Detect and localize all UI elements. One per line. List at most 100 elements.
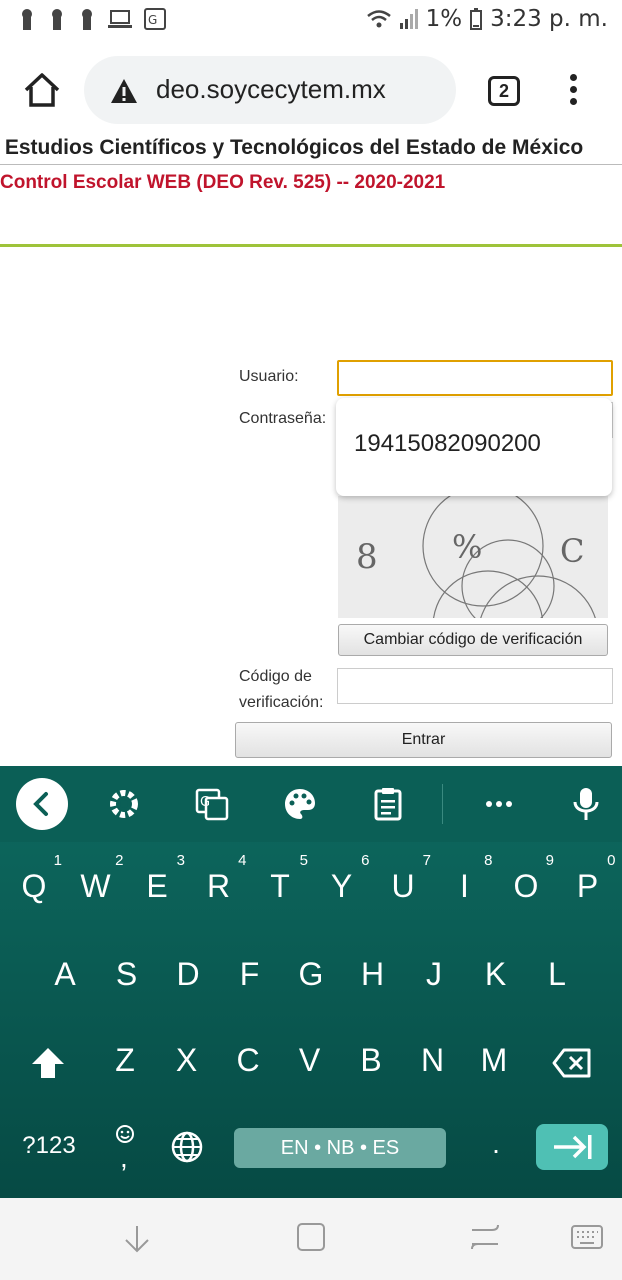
code-label-line2: verificación:: [239, 694, 324, 711]
verification-code-input[interactable]: [337, 668, 613, 704]
captcha-char: C: [560, 532, 584, 570]
enter-key[interactable]: [536, 1124, 608, 1170]
soft-keyboard: G Q1W2E3R4T5Y6U7I8O9P0 ASDFGHJKL ZXCVBNM…: [0, 766, 622, 1198]
key-number-hint: 6: [361, 852, 370, 869]
battery-percent: 1%: [425, 6, 463, 32]
key-number-hint: 5: [299, 852, 308, 869]
tab-switcher-button[interactable]: 2: [488, 76, 520, 106]
captcha-drawing: 8 % C: [356, 496, 596, 618]
header-divider: [0, 244, 622, 247]
key-number-hint: 2: [115, 852, 124, 869]
battery-icon: [470, 8, 483, 30]
key-label: O: [513, 868, 539, 904]
user-input[interactable]: [337, 360, 613, 396]
more-icon[interactable]: [481, 786, 517, 822]
key-l[interactable]: L: [527, 956, 587, 993]
palette-icon[interactable]: [282, 786, 318, 822]
key-label: Y: [330, 868, 353, 904]
key-e[interactable]: E3: [127, 852, 187, 905]
key-f[interactable]: F: [220, 956, 280, 993]
keyboard-row-3: ZXCVBNM: [0, 1042, 622, 1090]
symbols-key[interactable]: ?123: [14, 1132, 84, 1160]
key-number-hint: 4: [238, 852, 247, 869]
key-label: T: [270, 868, 290, 904]
key-i[interactable]: I8: [435, 852, 495, 905]
key-s[interactable]: S: [97, 956, 157, 993]
key-number-hint: 1: [53, 852, 62, 869]
translate-icon[interactable]: G: [194, 786, 230, 822]
code-label-line1: Código de: [239, 668, 312, 685]
captcha-char: %: [452, 528, 482, 566]
web-page: · Estudios Científicos y Tecnológicos de…: [0, 136, 622, 766]
key-label: W: [80, 868, 111, 904]
key-r[interactable]: R4: [189, 852, 249, 905]
keyhole-icon: [22, 9, 32, 30]
key-b[interactable]: B: [341, 1042, 401, 1079]
mic-icon[interactable]: [568, 786, 604, 822]
url-text[interactable]: deo.soycecytem.mx: [156, 74, 386, 105]
browser-toolbar: deo.soycecytem.mx 2: [0, 44, 622, 136]
key-c[interactable]: C: [218, 1042, 278, 1079]
back-icon: [33, 792, 48, 816]
key-number-hint: 0: [607, 852, 616, 869]
key-u[interactable]: U7: [373, 852, 433, 905]
keyboard-row-1: Q1W2E3R4T5Y6U7I8O9P0: [0, 852, 622, 916]
globe-icon[interactable]: [170, 1130, 204, 1164]
keyboard-back-button[interactable]: [16, 778, 68, 830]
key-o[interactable]: O9: [496, 852, 556, 905]
code-label: Código de verificación:: [239, 664, 323, 716]
autofill-suggestion[interactable]: 19415082090200: [354, 430, 541, 458]
change-captcha-button[interactable]: Cambiar código de verificación: [338, 624, 608, 656]
institution-title: · Estudios Científicos y Tecnológicos de…: [0, 136, 622, 165]
key-label: Q: [21, 868, 47, 904]
address-bar[interactable]: deo.soycecytem.mx: [84, 56, 456, 124]
key-z[interactable]: Z: [95, 1042, 155, 1079]
key-k[interactable]: K: [466, 956, 526, 993]
keyhole-icon: [82, 9, 92, 30]
captcha-image: 8 % C: [338, 496, 608, 618]
key-v[interactable]: V: [280, 1042, 340, 1079]
home-nav-icon[interactable]: [296, 1222, 326, 1252]
clipboard-icon[interactable]: [370, 786, 406, 822]
wifi-icon: [366, 10, 391, 28]
period-key[interactable]: .: [466, 1128, 526, 1160]
hide-keyboard-icon[interactable]: [120, 1224, 154, 1254]
backspace-icon[interactable]: [552, 1048, 592, 1078]
status-bar: G 1% 3:23 p. m.: [0, 0, 622, 44]
overflow-menu-icon[interactable]: [566, 74, 580, 110]
captcha-char: 8: [356, 537, 378, 577]
key-p[interactable]: P0: [558, 852, 618, 905]
key-t[interactable]: T5: [250, 852, 310, 905]
keyboard-toolbar: G: [0, 766, 622, 842]
key-n[interactable]: N: [403, 1042, 463, 1079]
svg-text:G: G: [200, 795, 210, 810]
autofill-dropdown: 19415082090200: [336, 398, 612, 496]
status-right: 1% 3:23 p. m.: [366, 6, 608, 32]
emoji-comma-key[interactable]: ,: [110, 1124, 140, 1174]
key-g[interactable]: G: [281, 956, 341, 993]
key-q[interactable]: Q1: [4, 852, 64, 905]
key-a[interactable]: A: [35, 956, 95, 993]
login-button[interactable]: Entrar: [235, 722, 612, 758]
key-label: E: [146, 868, 168, 904]
key-h[interactable]: H: [343, 956, 403, 993]
page-subtitle: Control Escolar WEB (DEO Rev. 525) -- 20…: [0, 172, 446, 193]
key-label: I: [460, 868, 469, 904]
shift-icon[interactable]: [30, 1046, 66, 1080]
gear-icon[interactable]: [106, 786, 142, 822]
keyboard-switch-icon[interactable]: [570, 1224, 604, 1250]
system-nav-bar: [0, 1198, 622, 1280]
key-w[interactable]: W2: [66, 852, 126, 905]
user-label: Usuario:: [239, 368, 299, 385]
warning-icon[interactable]: [110, 78, 138, 104]
key-j[interactable]: J: [404, 956, 464, 993]
key-m[interactable]: M: [464, 1042, 524, 1079]
key-x[interactable]: X: [157, 1042, 217, 1079]
home-icon[interactable]: [22, 70, 62, 110]
key-number-hint: 9: [545, 852, 554, 869]
toolbar-divider: [442, 784, 443, 824]
space-bar[interactable]: EN • NB • ES: [234, 1128, 446, 1168]
key-y[interactable]: Y6: [312, 852, 372, 905]
key-d[interactable]: D: [158, 956, 218, 993]
recents-nav-icon[interactable]: [468, 1222, 502, 1252]
